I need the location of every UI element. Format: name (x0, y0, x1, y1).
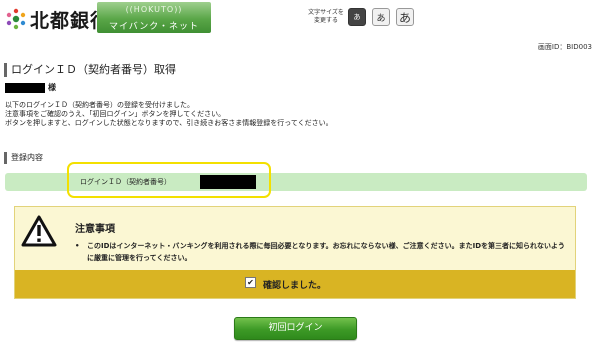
first-login-button[interactable]: 初回ログイン (234, 317, 357, 340)
instruction-message: 以下のログインＩＤ（契約者番号）の登録を受付けました。 注意事項をご確認のうえ、… (5, 101, 333, 128)
page-title: ログインＩＤ（契約者番号）取得 (4, 63, 176, 77)
login-id-label: ログインＩＤ（契約者番号） (80, 178, 171, 186)
confirm-strip: ✔ 確認しました。 (15, 270, 575, 298)
screen-id: 画面ID：BID003 (537, 43, 592, 51)
font-size-label: 文字サイズを変更する (308, 9, 344, 24)
confirm-checkbox[interactable]: ✔ (245, 277, 256, 288)
font-size-medium-button[interactable]: あ (372, 8, 390, 26)
message-line: 以下のログインＩＤ（契約者番号）の登録を受付けました。 (5, 101, 194, 109)
warning-icon (21, 215, 57, 247)
service-banner: ((HOKUTO)) マイバンク・ネット (97, 2, 211, 33)
banner-hokuto: ((HOKUTO)) (125, 5, 183, 14)
font-size-small-button[interactable]: あ (348, 8, 366, 26)
customer-name-redacted (5, 83, 45, 93)
message-line: 注意事項をご確認のうえ、「初回ログイン」ボタンを押してください。 (5, 110, 226, 118)
customer-honorific: 様 (48, 83, 56, 92)
notice-title: 注意事項 (75, 224, 115, 235)
notice-box: 注意事項 • このIDはインターネット・バンキングを利用される際に毎回必要となり… (14, 206, 576, 299)
font-size-large-button[interactable]: あ (396, 8, 414, 26)
bank-logo: 北都銀行 ((HOKUTO)) マイバンク・ネット (0, 0, 212, 36)
bank-logo-mark-icon (6, 8, 26, 30)
notice-text: このIDはインターネット・バンキングを利用される際に毎回必要となります。お忘れに… (87, 242, 565, 262)
section-title-registration: 登録内容 (4, 152, 43, 164)
banner-service-name: マイバンク・ネット (108, 22, 200, 32)
notice-bullet: • (75, 242, 80, 250)
login-id-value-redacted (200, 175, 256, 189)
message-line: ボタンを押しますと、ログインした状態となりますので、引き続きお客さま情報登録を行… (5, 119, 333, 127)
notice-body: • このIDはインターネット・バンキングを利用される際に毎回必要となります。お忘… (75, 240, 565, 264)
confirm-label[interactable]: 確認しました。 (263, 278, 326, 291)
